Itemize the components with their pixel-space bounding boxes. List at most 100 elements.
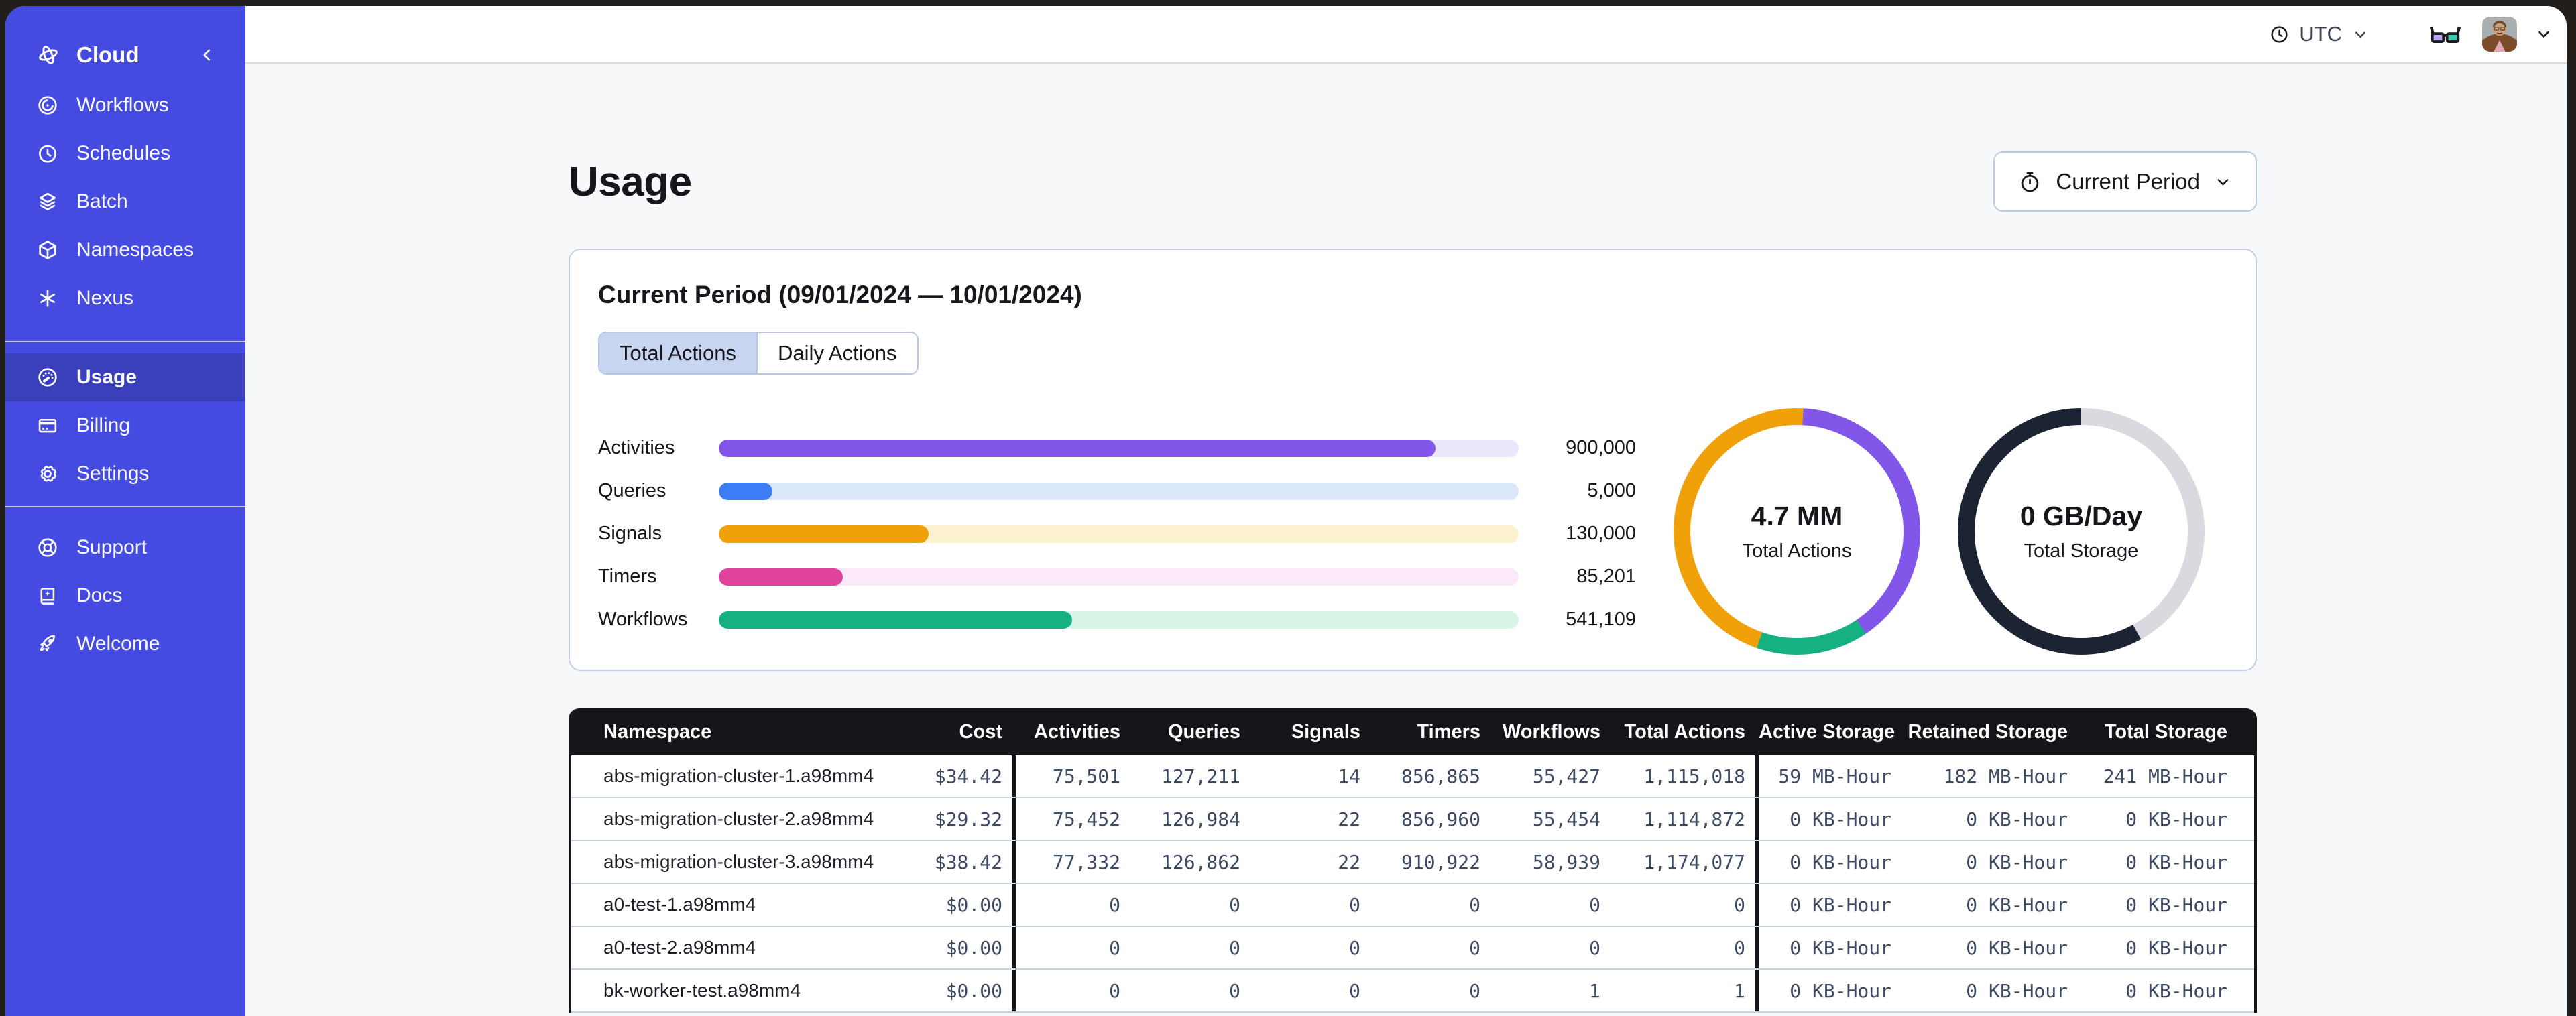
chevron-down-icon (2351, 25, 2369, 44)
sidebar-item-batch[interactable]: Batch (5, 178, 245, 226)
namespace-link[interactable]: abs-migration-cluster-3.a98mm4 (603, 851, 874, 872)
sidebar-item-support[interactable]: Support (5, 523, 245, 572)
bar-category-label: Workflows (598, 609, 688, 630)
column-header: Signals (1291, 720, 1360, 743)
table-row: abs-migration-cluster-3.a98mm4 $38.42 77,3… (571, 841, 2254, 884)
workflows-cell: 0 (1589, 893, 1600, 916)
namespace-usage-table: Namespace Cost Activities Queries Signals Tim… (569, 708, 2257, 1013)
namespace-link[interactable]: abs-migration-cluster-2.a98mm4 (603, 808, 874, 829)
total-actions-cell: 1,174,077 (1643, 850, 1745, 873)
bar-track (719, 525, 1519, 543)
signals-cell: 0 (1349, 893, 1360, 916)
column-header: Activities (1034, 720, 1120, 743)
cost-cell: $38.42 (934, 850, 1002, 873)
sidebar-item-workflows[interactable]: Workflows (5, 81, 245, 129)
cost-cell: $29.32 (934, 808, 1002, 830)
column-header: Namespace (603, 720, 712, 743)
tab-daily-actions[interactable]: Daily Actions (756, 333, 917, 373)
topbar: UTC (245, 6, 2567, 64)
cost-cell: $0.00 (945, 893, 1002, 916)
donut-labels: 4.7 MM Total Actions (1674, 408, 1920, 655)
active-storage-cell: 0 KB-Hour (1790, 936, 1891, 959)
bar-value-label: 541,109 (1566, 609, 1636, 630)
total-actions-cell: 0 (1734, 936, 1745, 959)
timers-cell: 0 (1469, 979, 1480, 1002)
sidebar-divider (5, 506, 245, 507)
period-selector-button[interactable]: Current Period (1993, 151, 2257, 212)
active-storage-cell: 59 MB-Hour (1778, 765, 1891, 787)
account-menu-chevron-icon[interactable] (2534, 25, 2553, 44)
gauge-icon (36, 366, 59, 389)
column-header: Total Storage (2104, 720, 2227, 743)
sidebar-item-welcome[interactable]: Welcome (5, 620, 245, 668)
bar-track (719, 482, 1519, 500)
sidebar-item-settings[interactable]: Settings (5, 450, 245, 498)
period-selector-label: Current Period (2056, 169, 2200, 194)
namespace-cell: abs-migration-cluster-1.a98mm4 (571, 765, 880, 787)
sidebar-item-billing[interactable]: Billing (5, 401, 245, 450)
timezone-selector[interactable]: UTC (2269, 22, 2369, 46)
activities-cell: 77,332 (1052, 850, 1120, 873)
namespace-link[interactable]: a0-test-1.a98mm4 (603, 894, 756, 915)
column-header: Workflows (1502, 720, 1600, 743)
table-row: a0-test-1.a98mm4 $0.00 0 0 0 0 0 0 0 KB-Hour 0 KB… (571, 884, 2254, 927)
namespace-link[interactable]: abs-migration-cluster-1.a98mm4 (603, 765, 874, 786)
lifebuoy-icon (36, 536, 59, 559)
workflows-cell: 1 (1589, 979, 1600, 1002)
table-row: bk-worker-test.a98mm4 $0.00 0 0 0 0 1 1 0 KB-Hou… (571, 970, 2254, 1013)
avatar[interactable] (2482, 17, 2517, 52)
bar-fill (719, 525, 929, 543)
bar-row: Workflows 541,109 (598, 609, 1636, 630)
table-row: abs-migration-cluster-1.a98mm4 $34.42 75,5… (571, 755, 2254, 798)
asterisk-icon (36, 287, 59, 310)
table-row: a0-test-2.a98mm4 $0.00 0 0 0 0 0 0 0 KB-Hour 0 KB… (571, 927, 2254, 970)
activities-cell: 0 (1109, 893, 1120, 916)
donut-sublabel: Total Actions (1742, 540, 1852, 562)
namespace-link[interactable]: a0-test-2.a98mm4 (603, 937, 756, 958)
clock-icon (2269, 24, 2290, 45)
sidebar-nav-main: Workflows Schedules Batch Namespaces Nex… (5, 81, 245, 322)
timers-cell: 856,865 (1401, 765, 1480, 787)
retained-storage-cell: 0 KB-Hour (1966, 893, 2068, 916)
signals-cell: 14 (1338, 765, 1360, 787)
tab-total-actions[interactable]: Total Actions (599, 333, 757, 373)
cost-cell: $0.00 (945, 979, 1002, 1002)
active-storage-cell: 0 KB-Hour (1790, 850, 1891, 873)
main-area: UTC Usage Current Period Current Period … (245, 6, 2567, 1016)
namespace-cell: abs-migration-cluster-2.a98mm4 (571, 808, 880, 830)
temporal-logo-icon (36, 43, 60, 67)
namespace-link[interactable]: bk-worker-test.a98mm4 (603, 980, 801, 1001)
total-storage-cell: 0 KB-Hour (2125, 979, 2227, 1002)
column-header: Active Storage (1759, 720, 1895, 743)
table-body: abs-migration-cluster-1.a98mm4 $34.42 75,5… (571, 755, 2254, 1013)
bar-category-label: Activities (598, 437, 675, 458)
bar-track (719, 568, 1519, 586)
sidebar-item-nexus[interactable]: Nexus (5, 274, 245, 322)
column-header: Timers (1417, 720, 1480, 743)
sidebar-item-usage[interactable]: Usage (5, 353, 245, 401)
total-storage-donut: 0 GB/Day Total Storage (1958, 408, 2205, 655)
gear-icon (36, 462, 59, 485)
cost-cell: $0.00 (945, 936, 1002, 959)
rocket-icon (36, 633, 59, 655)
sidebar-item-schedules[interactable]: Schedules (5, 129, 245, 178)
sidebar-item-label: Nexus (76, 287, 134, 309)
retained-storage-cell: 0 KB-Hour (1966, 850, 2068, 873)
sidebar-item-namespaces[interactable]: Namespaces (5, 226, 245, 274)
bar-track (719, 439, 1519, 457)
column-header: Cost (959, 720, 1002, 743)
bar-value-label: 900,000 (1566, 437, 1636, 458)
brand-label: Cloud (76, 42, 139, 67)
actions-bar-chart: Activities 900,000 Queries 5,000 Signals 130,… (598, 437, 1636, 630)
active-storage-cell: 0 KB-Hour (1790, 979, 1891, 1002)
schedules-icon (36, 142, 59, 165)
total-actions-cell: 1 (1734, 979, 1745, 1002)
current-period-card: Current Period (09/01/2024 — 10/01/2024)… (569, 249, 2257, 671)
glasses-icon[interactable] (2427, 16, 2463, 52)
collapse-sidebar-icon[interactable] (198, 46, 216, 64)
sidebar-item-docs[interactable]: Docs (5, 572, 245, 620)
sidebar-item-label: Billing (76, 414, 131, 436)
queries-cell: 126,984 (1161, 808, 1240, 830)
column-header: Total Actions (1624, 720, 1745, 743)
donut-value: 4.7 MM (1751, 501, 1843, 531)
